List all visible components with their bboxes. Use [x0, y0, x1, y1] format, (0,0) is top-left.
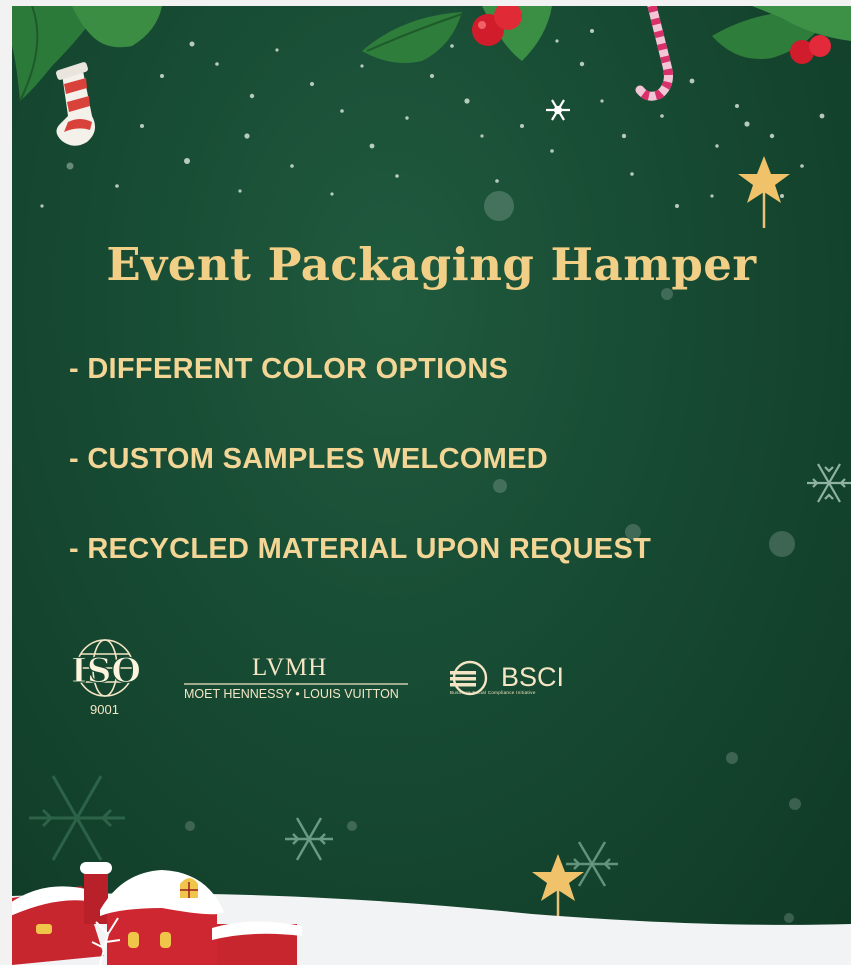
lvmh-subtitle: MOET HENNESSY • LOUIS VUITTON	[184, 687, 399, 701]
christmas-scene	[12, 6, 851, 965]
iso-mark-text: ISO	[71, 651, 141, 690]
lvmh-wordmark: LVMH	[252, 654, 328, 681]
feature-color-options: - DIFFERENT COLOR OPTIONS	[69, 353, 509, 385]
bsci-subtitle: Business Social Compliance Initiative	[450, 690, 536, 695]
promo-banner: Event Packaging Hamper - DIFFERENT COLOR…	[12, 6, 851, 965]
holly-berries-top-center-icon	[362, 6, 552, 64]
star-top-right-icon	[738, 156, 790, 228]
feature-recycled-material: - RECYCLED MATERIAL UPON REQUEST	[69, 533, 652, 565]
snow-specks	[40, 29, 825, 208]
page-title: Event Packaging Hamper	[106, 238, 757, 291]
iso-wordmark: ISO	[70, 650, 141, 690]
snowflake-bottom-left-icon	[29, 775, 125, 861]
snowflake-icon	[546, 99, 570, 121]
holly-berries-top-right-icon	[712, 6, 851, 64]
iso-number: 9001	[90, 702, 119, 717]
snowflake-right-icon	[807, 463, 851, 503]
bsci-wordmark: BSCI	[501, 662, 565, 692]
candy-cane-icon	[635, 6, 673, 101]
holly-leaves-top-left-icon	[12, 6, 162, 102]
stocking-icon	[56, 62, 96, 146]
snowflake-bottom-center-icon	[285, 817, 333, 861]
feature-custom-samples: - CUSTOM SAMPLES WELCOMED	[69, 443, 549, 475]
